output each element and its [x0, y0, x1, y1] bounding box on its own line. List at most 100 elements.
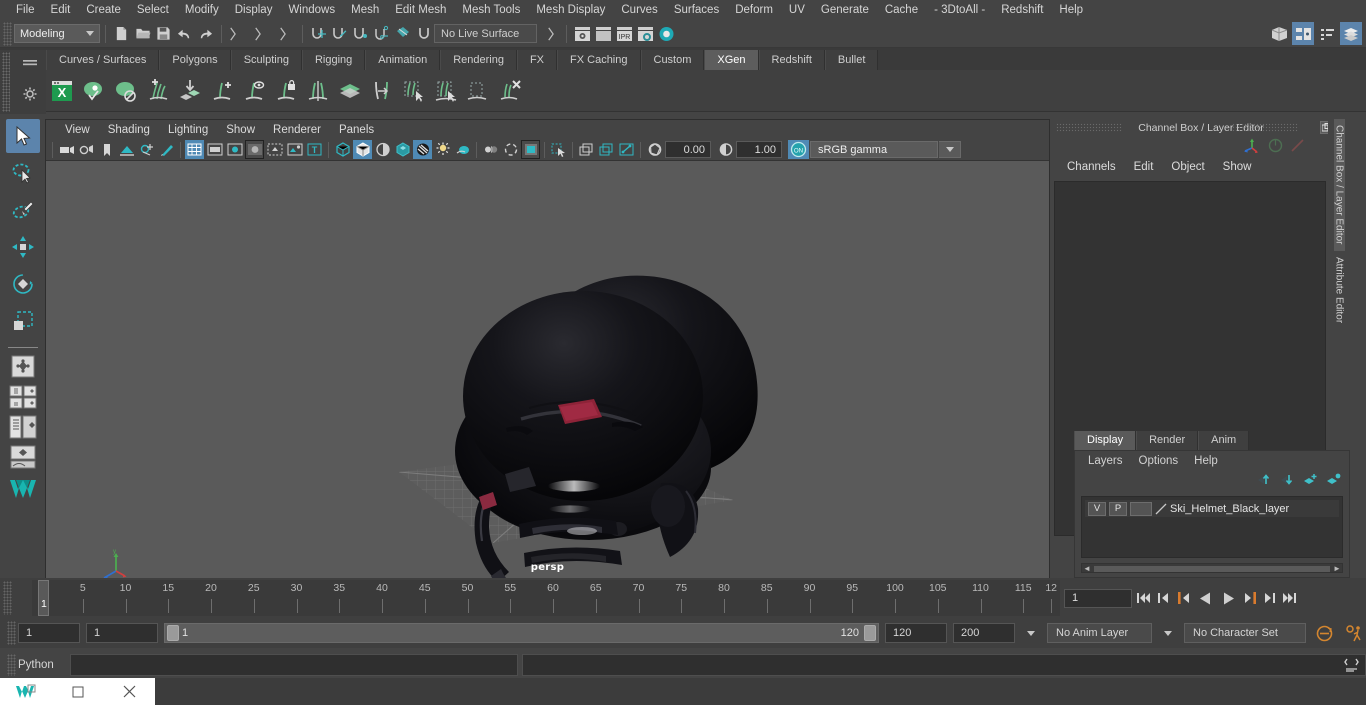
shelf-tab-custom[interactable]: Custom: [640, 50, 705, 70]
xgen-select-guides-icon[interactable]: [399, 74, 429, 108]
channel-menu-edit[interactable]: Edit: [1125, 161, 1163, 173]
channel-box-icon[interactable]: [1316, 22, 1338, 45]
menu-mesh-tools[interactable]: Mesh Tools: [454, 0, 528, 20]
snap-to-grid-icon[interactable]: [308, 23, 329, 44]
xgen-lock-guides-icon[interactable]: [271, 74, 301, 108]
viewport-menu-lighting[interactable]: Lighting: [159, 124, 217, 136]
film-gate-icon[interactable]: [205, 140, 224, 159]
snap-to-curve-icon[interactable]: [329, 23, 350, 44]
viewport-menu-renderer[interactable]: Renderer: [264, 124, 330, 136]
time-slider-grip[interactable]: [3, 581, 12, 615]
anim-start-field[interactable]: 1: [18, 623, 80, 643]
layer-playback-toggle[interactable]: P: [1109, 501, 1127, 516]
snap-to-point-icon[interactable]: [350, 23, 371, 44]
grease-pencil-icon[interactable]: [157, 140, 176, 159]
channel-menu-show[interactable]: Show: [1214, 161, 1261, 173]
shelf-tab-animation[interactable]: Animation: [365, 50, 441, 70]
shelf-tab-fx[interactable]: FX: [516, 50, 558, 70]
status-line-grip[interactable]: [3, 21, 12, 46]
layer-list[interactable]: V P Ski_Helmet_Black_layer: [1081, 496, 1343, 558]
shelf-tab-redshift[interactable]: Redshift: [758, 50, 825, 70]
menu-modify[interactable]: Modify: [177, 0, 227, 20]
paint-select-tool[interactable]: [6, 193, 40, 227]
menu-set-selector[interactable]: Modeling: [14, 24, 100, 43]
four-view-layout[interactable]: [8, 384, 38, 410]
color-space-dropdown-icon[interactable]: [939, 141, 961, 158]
xgen-preview-icon[interactable]: [79, 74, 109, 108]
shelf-tab-rendering[interactable]: Rendering: [440, 50, 517, 70]
xgen-transfer-icon[interactable]: [367, 74, 397, 108]
snap-to-projected-center-icon[interactable]: [371, 23, 392, 44]
exposure-icon[interactable]: [645, 140, 664, 159]
live-surface-field[interactable]: No Live Surface: [434, 24, 537, 43]
move-layer-up-icon[interactable]: [1257, 473, 1272, 491]
viewport-menu-shading[interactable]: Shading: [99, 124, 159, 136]
color-management-toggle[interactable]: ON: [788, 140, 809, 159]
character-set-field[interactable]: No Character Set: [1184, 623, 1306, 643]
script-editor-icon[interactable]: [1340, 654, 1362, 676]
smooth-shade-icon[interactable]: [353, 140, 372, 159]
make-live-icon[interactable]: [413, 23, 434, 44]
gamma-icon[interactable]: [716, 140, 735, 159]
film-origin-icon[interactable]: [265, 140, 284, 159]
xray-joints-icon[interactable]: [577, 140, 596, 159]
channel-menu-object[interactable]: Object: [1162, 161, 1213, 173]
xray-active-icon[interactable]: [597, 140, 616, 159]
xgen-guide-visibility-icon[interactable]: [239, 74, 269, 108]
anim-end-field[interactable]: 200: [953, 623, 1015, 643]
attribute-editor-icon[interactable]: [1292, 22, 1314, 45]
layer-visibility-toggle[interactable]: V: [1088, 501, 1106, 516]
xgen-select-region-icon[interactable]: [431, 74, 461, 108]
menu-select[interactable]: Select: [129, 0, 177, 20]
command-line-grip[interactable]: [7, 654, 16, 676]
shadows-icon[interactable]: [433, 140, 452, 159]
xgen-disable-preview-icon[interactable]: [111, 74, 141, 108]
new-scene-icon[interactable]: [111, 23, 132, 44]
menu-edit-mesh[interactable]: Edit Mesh: [387, 0, 454, 20]
multisample-icon[interactable]: [501, 140, 520, 159]
animation-preferences-icon[interactable]: [1342, 623, 1366, 643]
gear-icon[interactable]: [23, 87, 37, 106]
menu-create[interactable]: Create: [78, 0, 129, 20]
layer-menu-help[interactable]: Help: [1186, 455, 1226, 467]
layer-name[interactable]: Ski_Helmet_Black_layer: [1170, 503, 1289, 515]
depth-of-field-icon[interactable]: [521, 140, 540, 159]
viewport-menu-show[interactable]: Show: [217, 124, 264, 136]
isolate-select-icon[interactable]: [549, 140, 568, 159]
xgen-clear-selection-icon[interactable]: [463, 74, 493, 108]
maya-app-icon[interactable]: [0, 678, 52, 705]
range-end-handle[interactable]: [864, 625, 876, 641]
command-input[interactable]: [69, 654, 519, 676]
viewport-3d[interactable]: y z x persp: [46, 161, 1049, 578]
bookmark-icon[interactable]: [97, 140, 116, 159]
snap-to-view-plane-icon[interactable]: [392, 23, 413, 44]
menu-curves[interactable]: Curves: [613, 0, 665, 20]
tab-render[interactable]: Render: [1136, 431, 1199, 450]
current-frame-field[interactable]: 1: [1064, 588, 1132, 608]
hypershade-icon[interactable]: [656, 23, 677, 44]
vertical-tab-attribute-editor[interactable]: Attribute Editor: [1334, 251, 1345, 329]
resolution-gate-icon[interactable]: [225, 140, 244, 159]
camera-attributes-icon[interactable]: [77, 140, 96, 159]
scale-tool[interactable]: [6, 304, 40, 338]
step-back-keyframe-icon[interactable]: [1155, 587, 1172, 609]
outliner-persp-layout[interactable]: [8, 414, 38, 440]
toggle-sidebar-icon[interactable]: [1268, 22, 1290, 45]
shelf-tab-xgen[interactable]: XGen: [704, 50, 759, 70]
play-backwards-icon[interactable]: [1195, 587, 1215, 609]
xray-icon[interactable]: [285, 140, 304, 159]
new-layer-from-selected-icon[interactable]: [1326, 473, 1341, 491]
xgen-mirror-guides-icon[interactable]: [303, 74, 333, 108]
ipr-render-icon[interactable]: IPR: [614, 23, 635, 44]
scroll-right-icon[interactable]: ►: [1332, 564, 1342, 573]
menu-generate[interactable]: Generate: [813, 0, 877, 20]
shelf-tab-sculpting[interactable]: Sculpting: [230, 50, 302, 70]
menu-uv[interactable]: UV: [781, 0, 813, 20]
render-settings-icon[interactable]: [635, 23, 656, 44]
viewport-menu-panels[interactable]: Panels: [330, 124, 383, 136]
restore-window-icon[interactable]: [52, 678, 104, 705]
screen-space-ao-icon[interactable]: [453, 140, 472, 159]
channel-menu-channels[interactable]: Channels: [1058, 161, 1125, 173]
anim-layer-field[interactable]: No Anim Layer: [1047, 623, 1152, 643]
two-d-pan-zoom-icon[interactable]: [137, 140, 156, 159]
